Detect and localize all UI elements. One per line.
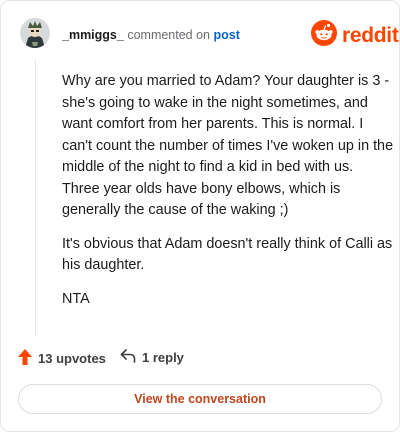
view-conversation-label: View the conversation (134, 392, 266, 406)
comment-header: _mmiggs_ commented on post (62, 27, 240, 43)
comment-paragraph-2: It's obvious that Adam doesn't really th… (62, 235, 393, 274)
comment-paragraph-1: Why are you married to Adam? Your daught… (62, 73, 394, 218)
commented-on-text: commented on (127, 28, 211, 42)
view-conversation-button[interactable]: View the conversation (18, 384, 382, 414)
avatar[interactable] (20, 18, 50, 48)
upvote-arrow-icon (18, 349, 32, 368)
reddit-wordmark: reddit (342, 23, 399, 47)
username[interactable]: _mmiggs_ (62, 28, 124, 42)
thread-line (35, 59, 36, 337)
reply-arrow-icon (120, 349, 136, 366)
reply-count: 1 reply (142, 350, 184, 365)
reddit-alien-icon (311, 20, 337, 51)
upvote-button[interactable]: 13 upvotes (18, 349, 106, 368)
comment-body: Why are you married to Adam? Your daught… (62, 71, 394, 322)
post-link[interactable]: post (214, 28, 240, 42)
upvote-count: 13 upvotes (38, 351, 106, 366)
comment-card: _mmiggs_ commented on post reddit Why ar… (0, 0, 400, 432)
comment-paragraph-3: NTA (62, 290, 90, 307)
reply-button[interactable]: 1 reply (120, 349, 184, 366)
reddit-logo[interactable]: reddit (311, 20, 399, 51)
